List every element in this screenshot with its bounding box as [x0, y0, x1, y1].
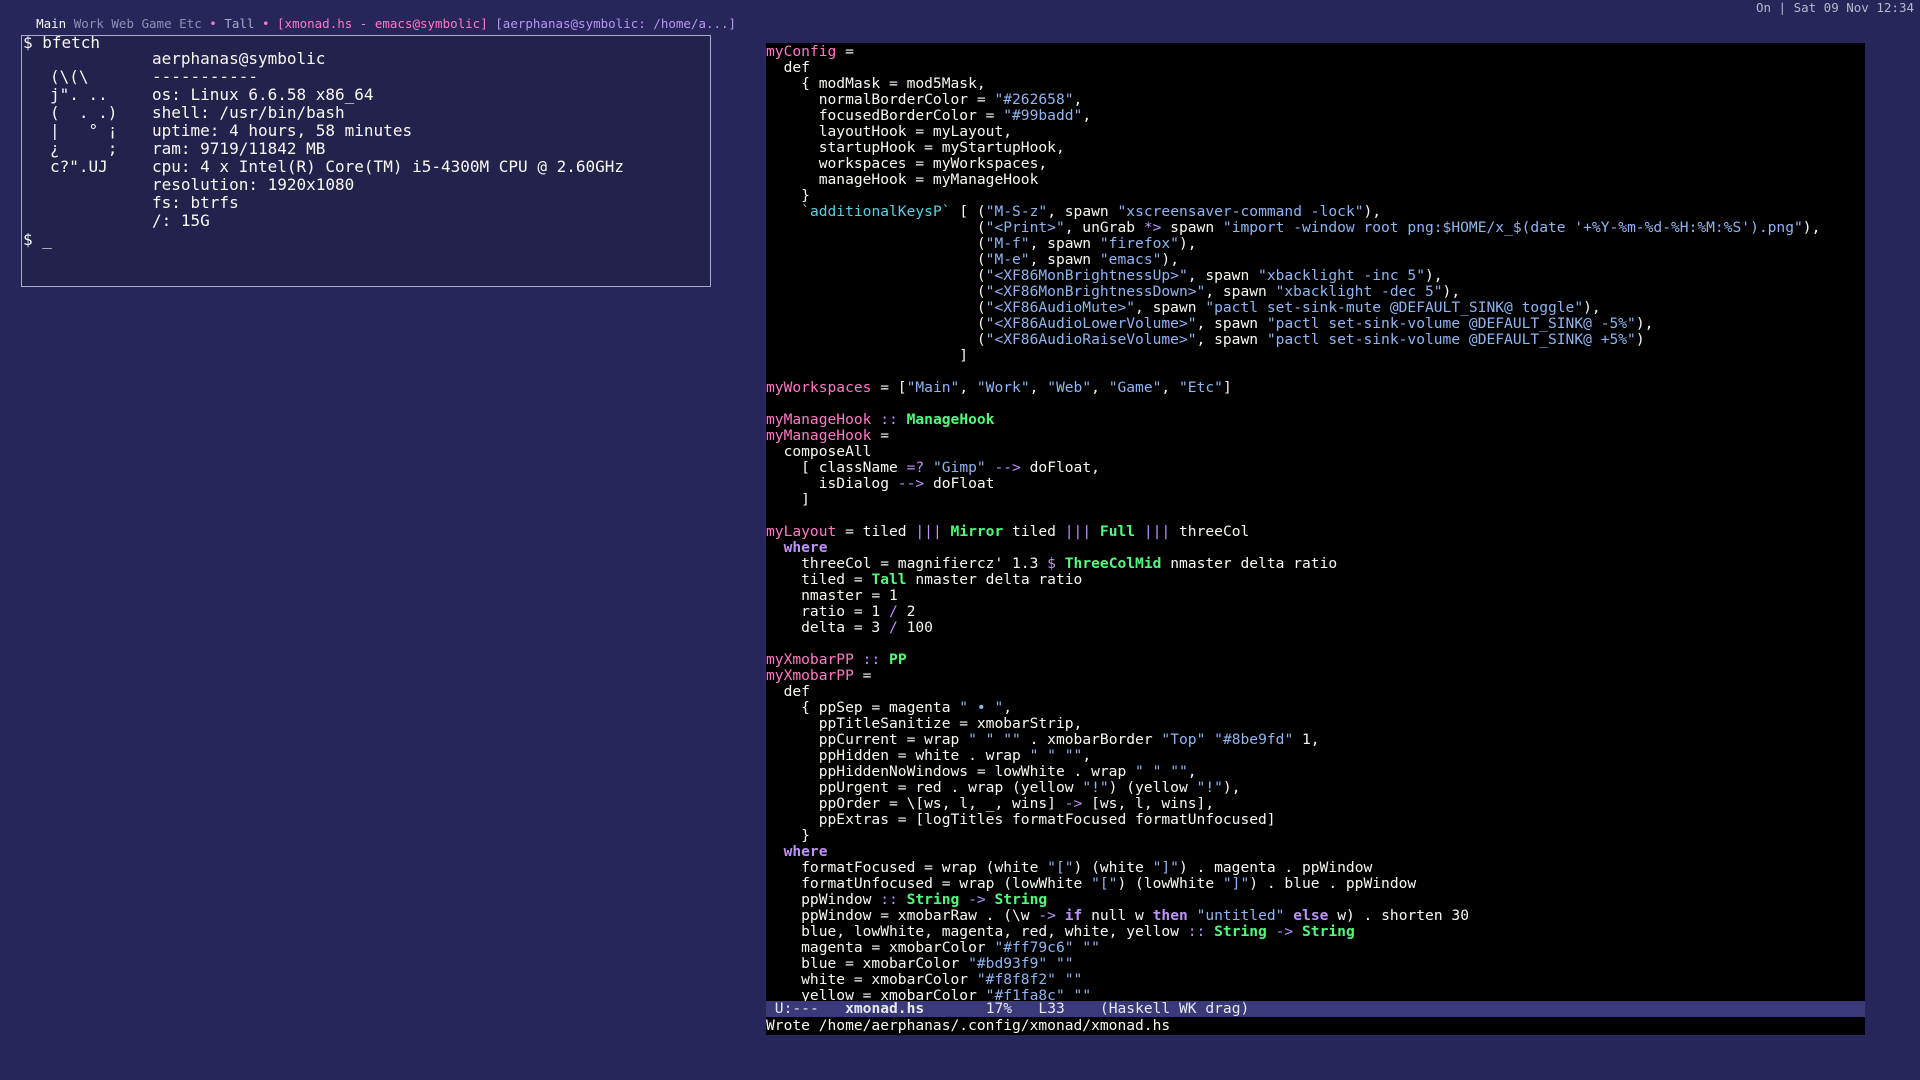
code-line[interactable]: ("<XF86AudioLowerVolume>", spawn "pactl …	[766, 316, 1865, 332]
code-line[interactable]: ("<XF86AudioRaiseVolume>", spawn "pactl …	[766, 332, 1865, 348]
code-line[interactable]: ("<XF86MonBrightnessDown>", spawn "xback…	[766, 284, 1865, 300]
separator: •	[209, 16, 217, 31]
workspace-web[interactable]: Web	[111, 16, 134, 31]
mode-line: U:--- xmonad.hs 17% L33 (Haskell WK drag…	[766, 1001, 1865, 1017]
code-line[interactable]: delta = 3 / 100	[766, 620, 1865, 636]
terminal-window[interactable]: $ bfetch (\(\ j". .. ( . .) | ° ¡ ¿ ; c?…	[21, 33, 711, 287]
code-line[interactable]: ppExtras = [logTitles formatFocused form…	[766, 812, 1865, 828]
code-line[interactable]: myLayout = tiled ||| Mirror tiled ||| Fu…	[766, 524, 1865, 540]
code-line[interactable]: { modMask = mod5Mask,	[766, 76, 1865, 92]
layout-name[interactable]: Tall	[224, 16, 254, 31]
code-line[interactable]: magenta = xmobarColor "#ff79c6" ""	[766, 940, 1865, 956]
code-line[interactable]: formatFocused = wrap (white "[") (white …	[766, 860, 1865, 876]
code-line[interactable]: ppHidden = white . wrap " " "",	[766, 748, 1865, 764]
workspace-main[interactable]: Main	[36, 16, 66, 31]
code-line[interactable]: ("M-e", spawn "emacs"),	[766, 252, 1865, 268]
code-line[interactable]: ppWindow = xmobarRaw . (\w -> if null w …	[766, 908, 1865, 924]
code-line[interactable]: myWorkspaces = ["Main", "Work", "Web", "…	[766, 380, 1865, 396]
status-clock: On | Sat 09 Nov 12:34	[1755, 0, 1914, 15]
buffer-name[interactable]: xmonad.hs	[845, 1000, 924, 1017]
info-line: ram: 9719/11842 MB	[152, 139, 326, 158]
code-line[interactable]: normalBorderColor = "#262658",	[766, 92, 1865, 108]
code-line[interactable]: ppUrgent = red . wrap (yellow "!") (yell…	[766, 780, 1865, 796]
info-line: shell: /usr/bin/bash	[152, 103, 345, 122]
code-line[interactable]: myConfig =	[766, 44, 1865, 60]
buffer-status: U:---	[774, 1000, 819, 1017]
prompt-command: $ bfetch	[23, 33, 101, 52]
workspace-etc[interactable]: Etc	[179, 16, 202, 31]
workspace-list: Main Work Web Game Etc	[36, 16, 209, 31]
code-line[interactable]: tiled = Tall nmaster delta ratio	[766, 572, 1865, 588]
code-line[interactable]: }	[766, 188, 1865, 204]
workspace-game[interactable]: Game	[142, 16, 172, 31]
info-line: fs: btrfs	[152, 193, 239, 212]
code-line[interactable]: formatUnfocused = wrap (lowWhite "[") (l…	[766, 876, 1865, 892]
line-number: L33	[1038, 1000, 1065, 1017]
info-line: uptime: 4 hours, 58 minutes	[152, 121, 413, 140]
code-line[interactable]: myManageHook =	[766, 428, 1865, 444]
code-line[interactable]: blue, lowWhite, magenta, red, white, yel…	[766, 924, 1865, 940]
code-line[interactable]: myXmobarPP =	[766, 668, 1865, 684]
prompt-cursor[interactable]: $ _	[23, 231, 52, 249]
code-line[interactable]	[766, 396, 1865, 412]
ascii-logo: (\(\ j". .. ( . .) | ° ¡ ¿ ; c?".UJ	[50, 67, 118, 176]
code-line[interactable]	[766, 364, 1865, 380]
code-line[interactable]: layoutHook = myLayout,	[766, 124, 1865, 140]
info-line: aerphanas@symbolic	[152, 49, 326, 68]
code-line[interactable]: where	[766, 540, 1865, 556]
info-line: /: 15G	[152, 211, 210, 230]
code-line[interactable]: `additionalKeysP` [ ("M-S-z", spawn "xsc…	[766, 204, 1865, 220]
info-line: -----------	[152, 67, 258, 86]
code-line[interactable]: workspaces = myWorkspaces,	[766, 156, 1865, 172]
info-line: resolution: 1920x1080	[152, 175, 355, 194]
code-line[interactable]: threeCol = magnifiercz' 1.3 $ ThreeColMi…	[766, 556, 1865, 572]
info-line: cpu: 4 x Intel(R) Core(TM) i5-4300M CPU …	[152, 157, 625, 176]
emacs-window[interactable]: myConfig = def { modMask = mod5Mask, nor…	[766, 43, 1865, 1035]
window-title-focused[interactable]: [xmonad.hs - emacs@symbolic]	[277, 16, 488, 31]
echo-area: Wrote /home/aerphanas/.config/xmonad/xmo…	[766, 1018, 1865, 1035]
code-line[interactable]: [ className =? "Gimp" --> doFloat,	[766, 460, 1865, 476]
code-line[interactable]: ratio = 1 / 2	[766, 604, 1865, 620]
code-line[interactable]: ppTitleSanitize = xmobarStrip,	[766, 716, 1865, 732]
code-line[interactable]: ]	[766, 492, 1865, 508]
code-line[interactable]	[766, 636, 1865, 652]
code-line[interactable]: ppOrder = \[ws, l, _, wins] -> [ws, l, w…	[766, 796, 1865, 812]
buffer-percent: 17%	[985, 1000, 1013, 1017]
code-line[interactable]: blue = xmobarColor "#bd93f9" ""	[766, 956, 1865, 972]
code-line[interactable]: startupHook = myStartupHook,	[766, 140, 1865, 156]
code-line[interactable]	[766, 508, 1865, 524]
code-line[interactable]: ]	[766, 348, 1865, 364]
code-line[interactable]: ("M-f", spawn "firefox"),	[766, 236, 1865, 252]
workspace-work[interactable]: Work	[74, 16, 104, 31]
code-line[interactable]: def	[766, 684, 1865, 700]
code-line[interactable]: ppCurrent = wrap " " "" . xmobarBorder "…	[766, 732, 1865, 748]
code-line[interactable]: ("<XF86MonBrightnessUp>", spawn "xbackli…	[766, 268, 1865, 284]
code-line[interactable]: ppHiddenNoWindows = lowWhite . wrap " " …	[766, 764, 1865, 780]
xmobar-status-bar: Main Work Web Game Etc • Tall • [xmonad.…	[0, 0, 1920, 31]
code-line[interactable]: myXmobarPP :: PP	[766, 652, 1865, 668]
code-line[interactable]: manageHook = myManageHook	[766, 172, 1865, 188]
code-line[interactable]: nmaster = 1	[766, 588, 1865, 604]
code-line[interactable]: isDialog --> doFloat	[766, 476, 1865, 492]
window-title-unfocused[interactable]: [aerphanas@symbolic: /home/a...]	[495, 16, 736, 31]
code-line[interactable]: where	[766, 844, 1865, 860]
code-line[interactable]: ("<XF86AudioMute>", spawn "pactl set-sin…	[766, 300, 1865, 316]
code-line[interactable]: white = xmobarColor "#f8f8f2" ""	[766, 972, 1865, 988]
code-line[interactable]: composeAll	[766, 444, 1865, 460]
code-line[interactable]: ("<Print>", unGrab *> spawn "import -win…	[766, 220, 1865, 236]
code-line[interactable]: focusedBorderColor = "#99badd",	[766, 108, 1865, 124]
code-line[interactable]: }	[766, 828, 1865, 844]
code-line[interactable]: myManageHook :: ManageHook	[766, 412, 1865, 428]
code-line[interactable]: def	[766, 60, 1865, 76]
info-line: os: Linux 6.6.58 x86_64	[152, 85, 374, 104]
code-line[interactable]: ppWindow :: String -> String	[766, 892, 1865, 908]
code-line[interactable]: { ppSep = magenta " • ",	[766, 700, 1865, 716]
major-mode[interactable]: (Haskell WK drag)	[1100, 1000, 1249, 1017]
code-buffer[interactable]: myConfig = def { modMask = mod5Mask, nor…	[766, 43, 1865, 1003]
